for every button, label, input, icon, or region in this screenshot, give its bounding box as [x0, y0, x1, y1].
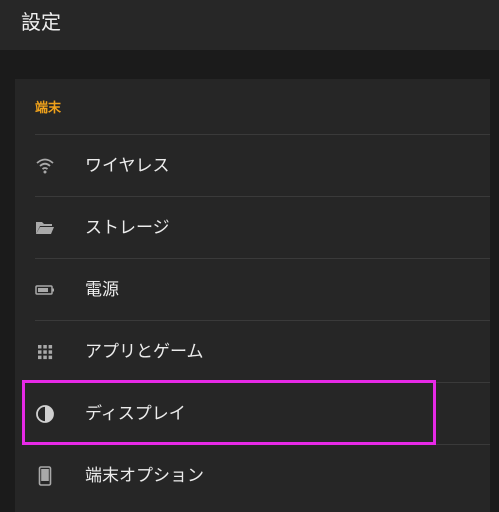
half-circle-icon — [35, 404, 55, 424]
settings-item-label: ワイヤレス — [85, 156, 170, 176]
settings-item-storage[interactable]: ストレージ — [15, 197, 490, 259]
battery-icon — [35, 280, 55, 300]
folder-icon — [35, 218, 55, 238]
settings-item-display[interactable]: ディスプレイ — [15, 383, 490, 445]
grid-icon — [35, 342, 55, 362]
settings-item-wireless[interactable]: ワイヤレス — [15, 135, 490, 197]
settings-item-label: ストレージ — [85, 218, 170, 238]
wifi-icon — [35, 156, 55, 176]
settings-card: 端末 ワイヤレス ストレージ 電源 アプリとゲーム ディスプレイ 端末オプション — [15, 79, 490, 512]
settings-item-power[interactable]: 電源 — [15, 259, 490, 321]
settings-item-label: 電源 — [85, 280, 119, 300]
settings-item-label: アプリとゲーム — [85, 342, 204, 362]
settings-item-device-options[interactable]: 端末オプション — [15, 445, 490, 507]
page-title: 設定 — [21, 10, 61, 34]
settings-item-apps-games[interactable]: アプリとゲーム — [15, 321, 490, 383]
settings-item-label: ディスプレイ — [85, 404, 186, 424]
phone-icon — [35, 466, 55, 486]
section-header: 端末 — [35, 101, 62, 116]
settings-item-label: 端末オプション — [85, 466, 204, 486]
top-bar: 設定 — [0, 0, 499, 50]
